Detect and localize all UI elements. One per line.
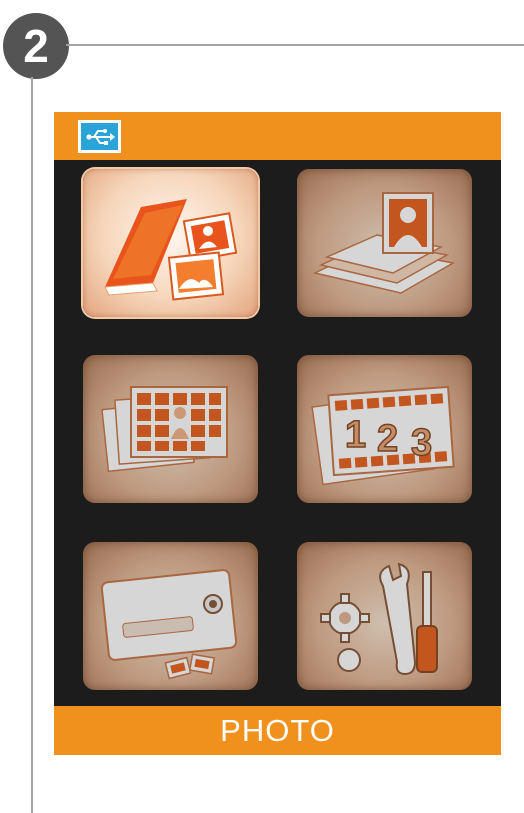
photo-stack-icon: [312, 192, 456, 294]
slideshow-icon: [101, 386, 228, 473]
camera-card-icon: [100, 569, 238, 680]
thumbnail-123-icon: 1 2 3: [311, 385, 455, 486]
settings-tools-icon: [320, 562, 438, 676]
svg-text:1: 1: [345, 414, 366, 456]
menu-tile-settings[interactable]: [297, 542, 472, 690]
guide-line-horizontal: [66, 44, 524, 46]
menu-tile-photo-stack[interactable]: [297, 169, 472, 317]
photo-album-icon: [104, 199, 238, 301]
menu-tile-photo-album[interactable]: [83, 169, 258, 317]
menu-tile-thumbnails[interactable]: 1 2 3: [297, 355, 472, 503]
usb-icon: [78, 120, 121, 153]
menu-tile-camera[interactable]: [83, 542, 258, 690]
device-screen: 1 2 3 PHOTO: [54, 112, 501, 755]
instruction-figure: 2 1 2 3 PHOTO: [0, 0, 524, 813]
status-bar: [54, 112, 501, 160]
svg-text:2: 2: [377, 418, 398, 460]
svg-text:3: 3: [411, 422, 432, 464]
menu-title-bar: PHOTO: [54, 706, 501, 755]
menu-tile-slideshow[interactable]: [83, 355, 258, 503]
step-number-badge: 2: [3, 13, 69, 79]
guide-line-vertical: [31, 77, 33, 813]
menu-title: PHOTO: [220, 712, 335, 748]
